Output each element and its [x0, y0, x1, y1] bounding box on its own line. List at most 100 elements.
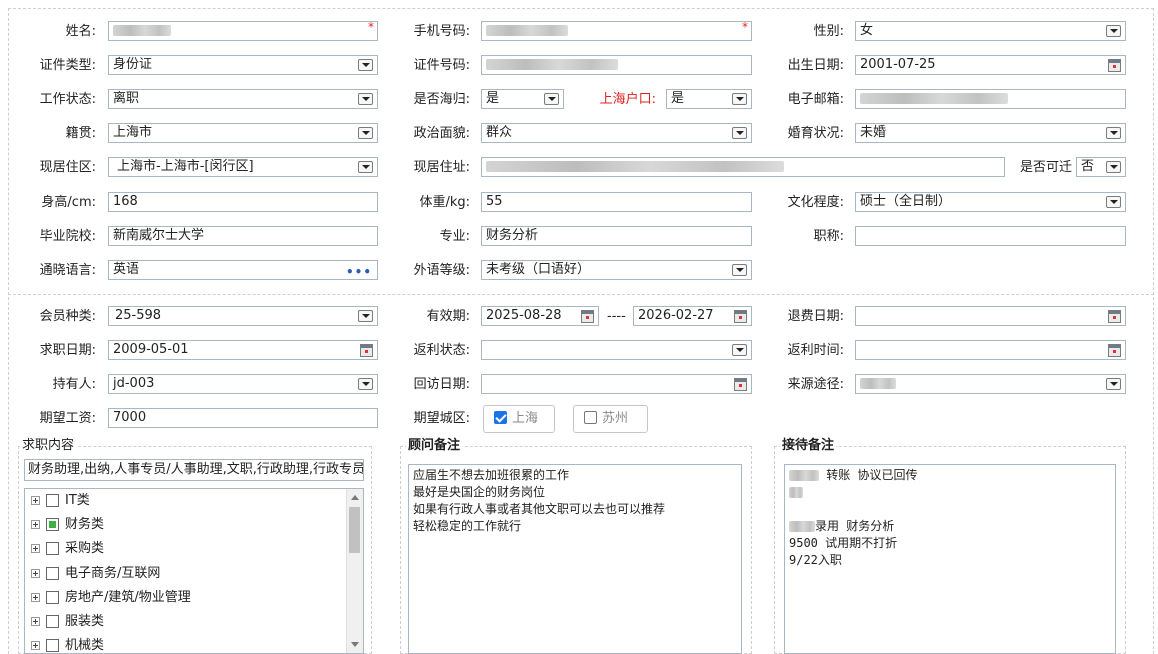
- calendar-icon[interactable]: [360, 344, 373, 357]
- holder-select[interactable]: jd-003: [108, 374, 378, 394]
- rebate-status-select[interactable]: [481, 340, 752, 360]
- scroll-down-icon[interactable]: [351, 642, 359, 647]
- refund-date-input[interactable]: [855, 306, 1126, 326]
- chevron-down-icon[interactable]: [544, 93, 559, 105]
- tree-node-machinery[interactable]: 机械类: [25, 636, 104, 653]
- work-status-select[interactable]: 离职: [108, 89, 378, 109]
- city-option-suzhou[interactable]: 苏州: [573, 405, 648, 433]
- shanghai-hukou-select[interactable]: 是: [666, 89, 752, 109]
- email-label: 电子邮箱:: [787, 92, 844, 107]
- calendar-icon[interactable]: [1108, 344, 1121, 357]
- tree-node-label: 房地产/建筑/物业管理: [65, 590, 191, 605]
- title-input[interactable]: [855, 226, 1126, 246]
- member-type-select[interactable]: 25-598: [108, 306, 378, 326]
- calendar-icon[interactable]: [1108, 59, 1121, 72]
- tree-node-purchase[interactable]: 采购类: [25, 539, 104, 559]
- gender-select[interactable]: 女: [855, 21, 1126, 41]
- checkbox-checked-icon[interactable]: [494, 411, 507, 424]
- expand-icon[interactable]: [31, 569, 40, 578]
- checkbox-icon[interactable]: [46, 639, 59, 652]
- chevron-down-icon[interactable]: [358, 378, 373, 390]
- id-number-input[interactable]: [481, 55, 752, 75]
- languages-input[interactable]: 英语 •••: [108, 260, 378, 280]
- political-select[interactable]: 群众: [481, 123, 752, 143]
- chevron-down-icon[interactable]: [358, 310, 373, 322]
- major-input[interactable]: 财务分析: [481, 226, 752, 246]
- id-type-select[interactable]: 身份证: [108, 55, 378, 75]
- tree-node-finance[interactable]: 财务类: [25, 515, 104, 535]
- reception-notes-textarea[interactable]: 转账 协议已回传 录用 财务分析 9500 试用期不打折 9/22入职: [784, 464, 1116, 654]
- chevron-down-icon[interactable]: [732, 93, 747, 105]
- job-content-summary-text: 财务助理,出纳,人事专员/人事助理,文职,行政助理,行政专员: [28, 462, 364, 477]
- chevron-down-icon[interactable]: [358, 59, 373, 71]
- job-seek-date-input[interactable]: 2009-05-01: [108, 340, 378, 360]
- calendar-icon[interactable]: [1108, 310, 1121, 323]
- marital-select[interactable]: 未婚: [855, 123, 1126, 143]
- birth-date-input[interactable]: 2001-07-25: [855, 55, 1126, 75]
- chevron-down-icon[interactable]: [1106, 378, 1121, 390]
- calendar-icon[interactable]: [581, 310, 594, 323]
- job-content-title: 求职内容: [20, 438, 77, 453]
- consultant-notes-textarea[interactable]: 应届生不想去加班很累的工作 最好是央国企的财务岗位 如果有行政人事或者其他文职可以去…: [408, 464, 742, 654]
- valid-start-input[interactable]: 2025-08-28: [481, 306, 599, 326]
- email-input[interactable]: [855, 89, 1126, 109]
- chevron-down-icon[interactable]: [358, 93, 373, 105]
- chevron-down-icon[interactable]: [358, 161, 373, 173]
- checkbox-icon[interactable]: [46, 494, 59, 507]
- foreign-level-select[interactable]: 未考级（口语好）: [481, 260, 752, 280]
- checkbox-icon[interactable]: [46, 615, 59, 628]
- chevron-down-icon[interactable]: [732, 127, 747, 139]
- checkbox-icon[interactable]: [46, 542, 59, 555]
- redacted-value: [789, 487, 803, 498]
- calendar-icon[interactable]: [734, 310, 747, 323]
- note-text: 转账 协议已回传: [819, 468, 918, 482]
- residence-area-select[interactable]: 上海市-上海市-[闵行区]: [108, 157, 378, 177]
- chevron-down-icon[interactable]: [1106, 25, 1121, 37]
- expand-icon[interactable]: [31, 641, 40, 650]
- returnee-select[interactable]: 是: [481, 89, 564, 109]
- chevron-down-icon[interactable]: [1106, 127, 1121, 139]
- native-place-select[interactable]: 上海市: [108, 123, 378, 143]
- chevron-down-icon[interactable]: [1106, 161, 1121, 173]
- name-input[interactable]: *: [108, 21, 378, 41]
- more-icon[interactable]: •••: [346, 263, 372, 279]
- relocate-select[interactable]: 否: [1076, 157, 1126, 177]
- note-text: 录用 财务分析: [815, 519, 895, 533]
- address-input[interactable]: [481, 157, 1005, 177]
- tree-node-ecommerce[interactable]: 电子商务/互联网: [25, 564, 160, 584]
- checkbox-icon[interactable]: [584, 411, 597, 424]
- education-select[interactable]: 硕士（全日制）: [855, 192, 1126, 212]
- calendar-icon[interactable]: [734, 378, 747, 391]
- source-select[interactable]: [855, 374, 1126, 394]
- expected-salary-input[interactable]: 7000: [108, 408, 378, 428]
- city-option-shanghai[interactable]: 上海: [483, 405, 555, 433]
- height-input[interactable]: 168: [108, 192, 378, 212]
- checkbox-icon[interactable]: [46, 591, 59, 604]
- tree-node-it[interactable]: IT类: [25, 491, 90, 511]
- rebate-time-input[interactable]: [855, 340, 1126, 360]
- weight-input[interactable]: 55: [481, 192, 752, 212]
- tree-scrollbar[interactable]: [346, 489, 363, 653]
- job-content-summary[interactable]: 财务助理,出纳,人事专员/人事助理,文职,行政助理,行政专员: [24, 459, 364, 481]
- checkbox-partial-icon[interactable]: [46, 518, 59, 531]
- job-category-tree[interactable]: IT类 财务类 采购类 电子商务/互联网 房地产/建筑/物业管理 服装类 机械类: [24, 488, 364, 654]
- expand-icon[interactable]: [31, 617, 40, 626]
- scroll-up-icon[interactable]: [351, 495, 359, 500]
- scroll-thumb[interactable]: [349, 507, 360, 553]
- valid-end-input[interactable]: 2026-02-27: [633, 306, 752, 326]
- member-type-label: 会员种类:: [39, 309, 96, 324]
- chevron-down-icon[interactable]: [732, 264, 747, 276]
- expand-icon[interactable]: [31, 544, 40, 553]
- expand-icon[interactable]: [31, 593, 40, 602]
- chevron-down-icon[interactable]: [358, 127, 373, 139]
- mobile-input[interactable]: *: [481, 21, 752, 41]
- checkbox-icon[interactable]: [46, 567, 59, 580]
- school-input[interactable]: 新南威尔士大学: [108, 226, 378, 246]
- revisit-date-input[interactable]: [481, 374, 752, 394]
- chevron-down-icon[interactable]: [732, 344, 747, 356]
- tree-node-realestate[interactable]: 房地产/建筑/物业管理: [25, 588, 191, 608]
- chevron-down-icon[interactable]: [1106, 196, 1121, 208]
- expand-icon[interactable]: [31, 496, 40, 505]
- expand-icon[interactable]: [31, 520, 40, 529]
- tree-node-apparel[interactable]: 服装类: [25, 612, 104, 632]
